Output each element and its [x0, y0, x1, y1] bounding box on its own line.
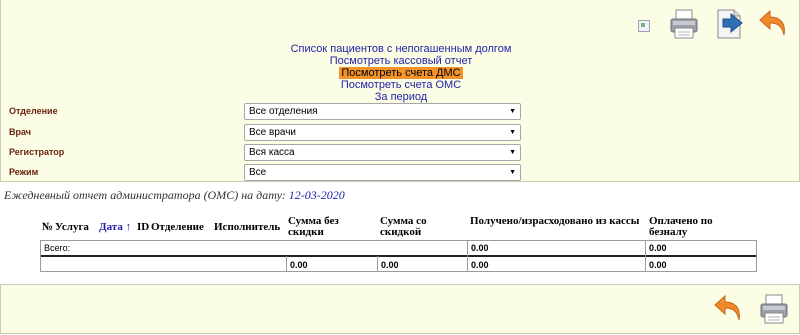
table-border-right: [756, 240, 757, 272]
menu-item-period[interactable]: За период: [375, 91, 427, 103]
department-select-value: Все отделения: [249, 106, 318, 117]
col-header-date-sort[interactable]: Дата ↑: [99, 221, 131, 233]
total-paid-cashless: 0.00: [649, 243, 667, 253]
export-arrow-icon[interactable]: [715, 8, 745, 40]
mode-select-value: Все: [249, 167, 267, 178]
top-panel: Список пациентов с непогашенным долгом П…: [0, 0, 800, 182]
filter-mode-label: Режим: [9, 167, 39, 177]
sum-discount-value: 0.00: [381, 260, 399, 270]
back-arrow-icon[interactable]: [713, 294, 743, 322]
doctor-select[interactable]: Все врачи ▼: [244, 124, 521, 141]
col-header-paid-cashless: Оплачено по безналу: [649, 215, 713, 238]
department-select[interactable]: Все отделения ▼: [244, 103, 521, 120]
filter-doctor-label: Врач: [9, 127, 32, 137]
table-border-bottom: [40, 271, 757, 272]
chevron-down-icon: ▼: [509, 169, 516, 176]
filter-department-label: Отделение: [9, 106, 58, 116]
report-caption: Ежедневный отчет администратора (ОМС) на…: [4, 188, 345, 203]
printer-icon[interactable]: [759, 293, 789, 325]
menu-item-cash-report[interactable]: Посмотреть кассовый отчет: [330, 55, 473, 67]
col-header-num: №: [42, 221, 54, 233]
table-border-left: [40, 240, 41, 272]
report-menu: Список пациентов с непогашенным долгом П…: [1, 43, 800, 103]
total-label: Всего:: [44, 243, 71, 253]
broken-image-icon: [638, 20, 650, 32]
filter-mode-row: Режим Все ▼: [1, 164, 800, 184]
col-header-id: ID: [137, 221, 150, 233]
table-col-divider: [377, 256, 378, 272]
col-header-performer: Исполнитель: [214, 221, 281, 233]
chevron-down-icon: ▼: [509, 129, 516, 136]
filter-doctor-row: Врач Все врачи ▼: [1, 124, 800, 144]
sum-paid-cashless-value: 0.00: [649, 260, 667, 270]
chevron-down-icon: ▼: [509, 108, 516, 115]
filter-registrar-row: Регистратор Вся касса ▼: [1, 144, 800, 164]
col-header-received: Получено/израсходовано из кассы: [470, 215, 640, 227]
doctor-select-value: Все врачи: [249, 127, 297, 138]
col-header-sum-discount: Сумма со скидкой: [380, 215, 427, 238]
col-header-department: Отделение: [151, 221, 204, 233]
registrar-select[interactable]: Вся касса ▼: [244, 144, 521, 161]
printer-icon[interactable]: [669, 8, 699, 40]
sum-no-discount-value: 0.00: [290, 260, 308, 270]
col-header-sum-no-discount: Сумма без скидки: [288, 215, 339, 238]
mode-select[interactable]: Все ▼: [244, 164, 521, 181]
chevron-down-icon: ▼: [509, 149, 516, 156]
table-col-divider: [286, 256, 287, 272]
table-col-divider: [467, 240, 468, 272]
filter-registrar-label: Регистратор: [9, 147, 65, 157]
report-caption-text: Ежедневный отчет администратора (ОМС) на…: [4, 188, 286, 202]
menu-item-unpaid-patients[interactable]: Список пациентов с непогашенным долгом: [291, 43, 512, 55]
col-header-service: Услуга: [55, 221, 89, 233]
bottom-panel: [0, 284, 800, 334]
table-col-divider: [645, 240, 646, 272]
total-received: 0.00: [471, 243, 489, 253]
menu-item-oms-invoices[interactable]: Посмотреть счета ОМС: [341, 79, 461, 91]
table-border-top: [40, 240, 757, 241]
back-arrow-icon[interactable]: [758, 9, 788, 37]
sum-received-value: 0.00: [471, 260, 489, 270]
registrar-select-value: Вся касса: [249, 147, 295, 158]
table-divider: [40, 255, 757, 257]
filter-department-row: Отделение Все отделения ▼: [1, 103, 800, 123]
report-date: 12-03-2020: [288, 188, 345, 202]
menu-item-dms-invoices[interactable]: Посмотреть счета ДМС: [339, 67, 463, 79]
